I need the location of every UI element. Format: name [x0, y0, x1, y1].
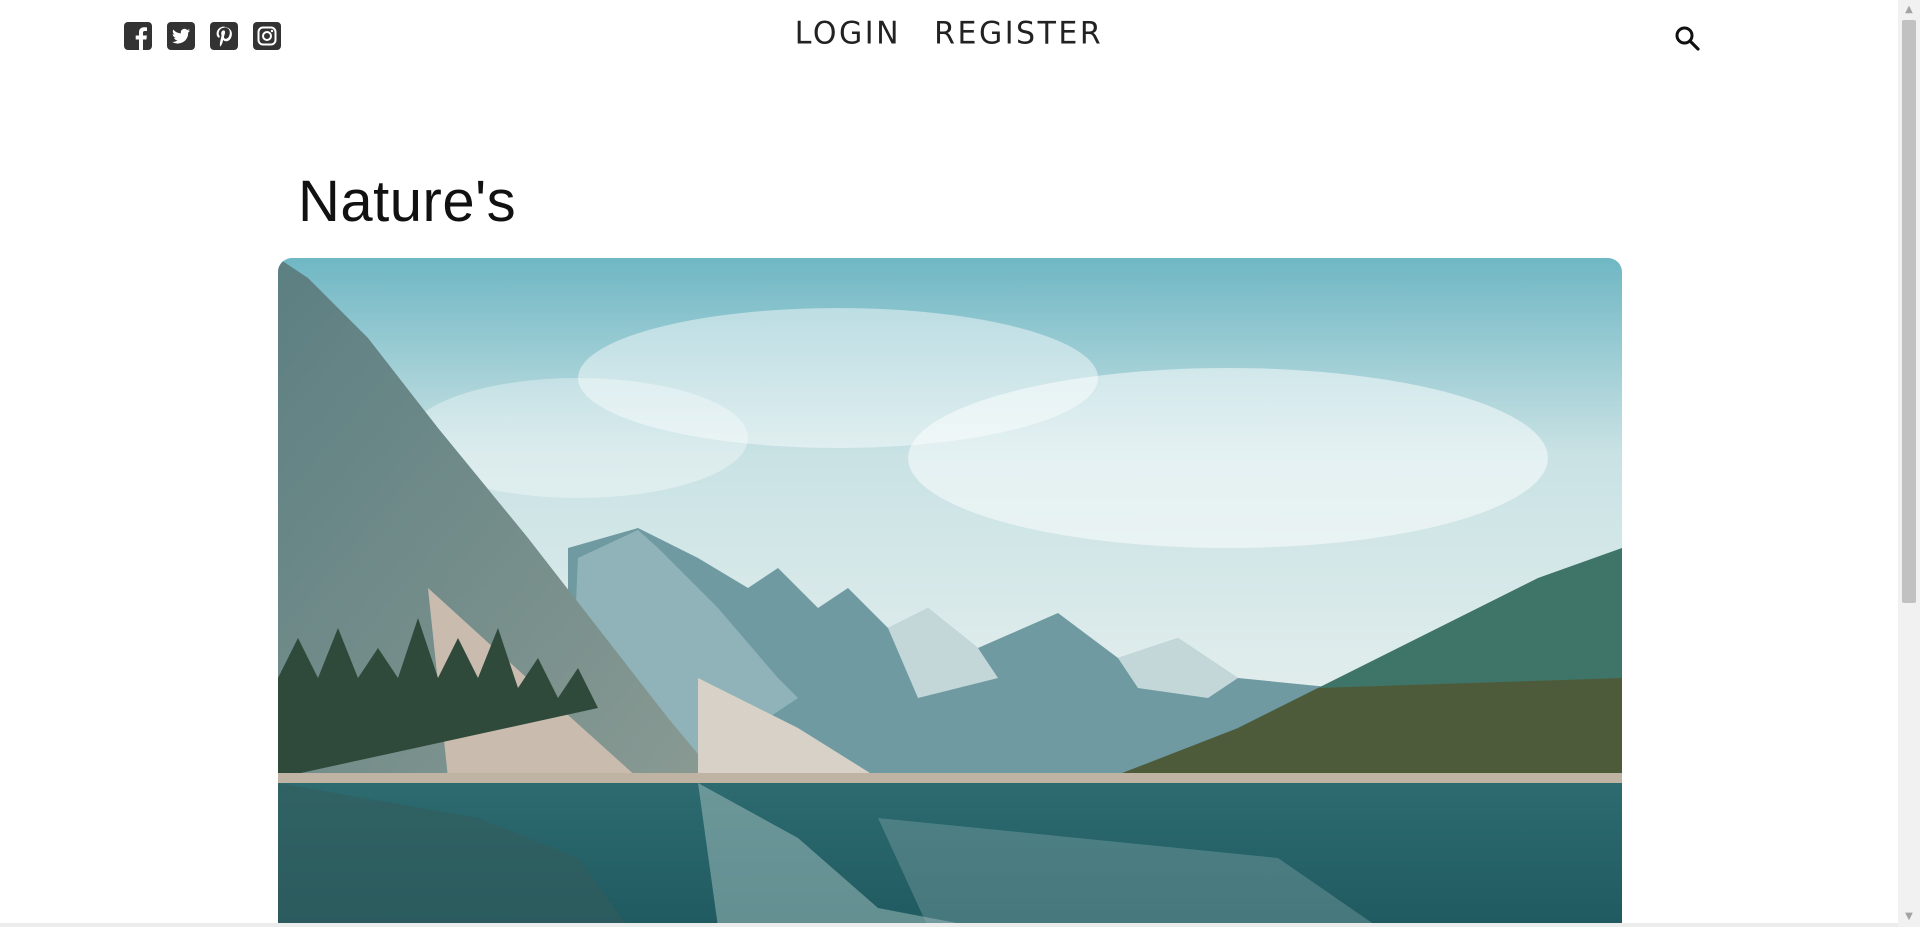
scroll-down-icon[interactable]: ▼ — [1898, 907, 1920, 927]
register-link[interactable]: REGISTER — [934, 15, 1103, 52]
mountain-lake-image — [278, 258, 1622, 927]
top-bar: LOGIN REGISTER — [0, 0, 1898, 75]
scrollbar-thumb[interactable] — [1902, 20, 1916, 603]
page-title: Nature's — [298, 169, 517, 234]
login-link[interactable]: LOGIN — [795, 15, 901, 52]
horizontal-scrollbar[interactable] — [0, 923, 1898, 927]
hero-image — [278, 258, 1622, 927]
auth-nav: LOGIN REGISTER — [0, 15, 1898, 52]
scroll-up-icon[interactable]: ▲ — [1898, 0, 1920, 20]
vertical-scrollbar[interactable]: ▲ ▼ — [1898, 0, 1920, 927]
search-icon[interactable] — [1673, 24, 1701, 52]
